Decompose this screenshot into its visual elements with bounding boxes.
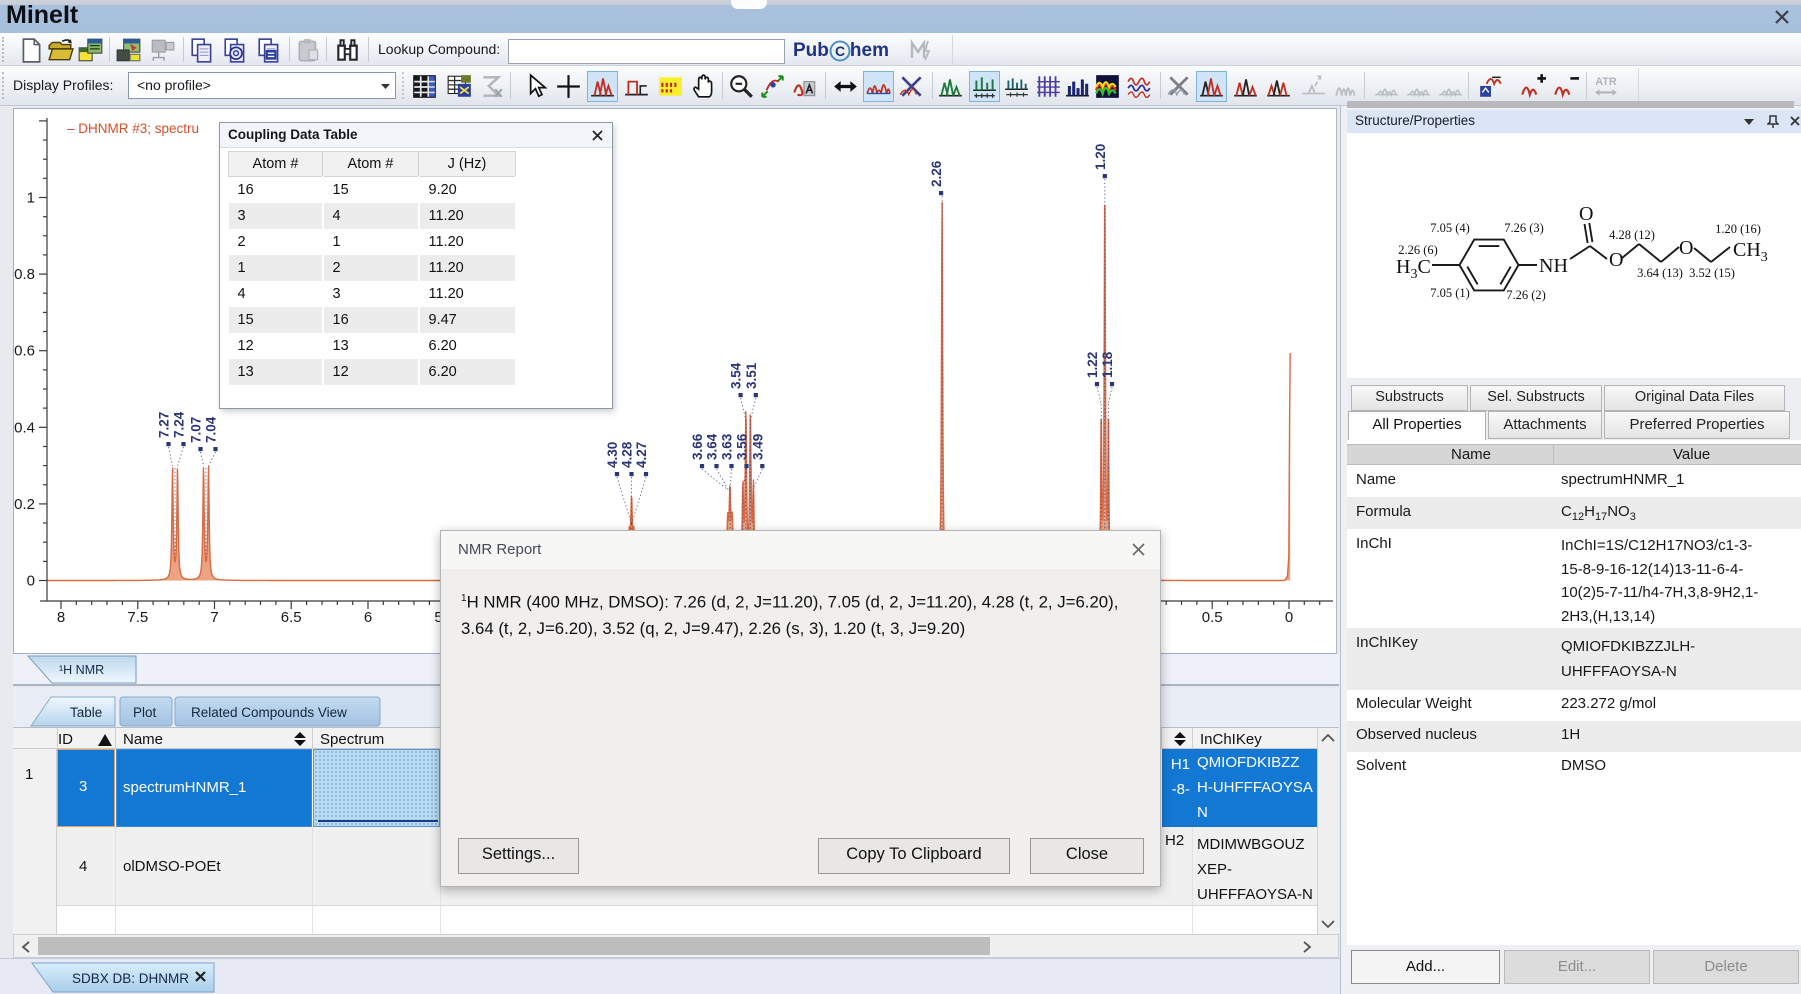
svg-text:4.30: 4.30 <box>605 442 620 468</box>
svg-text:C: C <box>835 43 845 59</box>
svg-text:7: 7 <box>210 609 218 626</box>
svg-text:8: 8 <box>57 609 65 626</box>
svg-text:1.22: 1.22 <box>1085 352 1100 378</box>
svg-text:0.6: 0.6 <box>14 343 35 360</box>
svg-text:Related Compounds View: Related Compounds View <box>191 705 347 720</box>
svg-text:7.04: 7.04 <box>204 416 219 443</box>
svg-text:0.5: 0.5 <box>1202 609 1223 626</box>
svg-text:7.26 (2): 7.26 (2) <box>1506 288 1546 302</box>
svg-text:Table: Table <box>70 705 102 720</box>
svg-text:O: O <box>1609 249 1623 271</box>
svg-text:2.26: 2.26 <box>929 160 944 187</box>
svg-text:3.52 (15): 3.52 (15) <box>1689 266 1735 280</box>
svg-text:4.27: 4.27 <box>634 442 649 468</box>
svg-text:4.28 (12): 4.28 (12) <box>1609 228 1655 242</box>
svg-text:3.64: 3.64 <box>705 433 720 460</box>
svg-text:3.63: 3.63 <box>720 433 735 460</box>
svg-text:3.54: 3.54 <box>729 362 744 389</box>
svg-text:3.66: 3.66 <box>690 433 705 460</box>
svg-text:4.28: 4.28 <box>620 441 635 468</box>
svg-text:H3C: H3C <box>1396 256 1431 282</box>
svg-text:7.05 (4): 7.05 (4) <box>1430 221 1470 235</box>
svg-text:3.51: 3.51 <box>744 362 759 389</box>
svg-text:3.64 (13): 3.64 (13) <box>1637 266 1683 280</box>
svg-text:6.5: 6.5 <box>281 609 302 626</box>
svg-text:7.07: 7.07 <box>189 417 204 443</box>
svg-text:1.20: 1.20 <box>1093 144 1108 170</box>
svg-text:0.8: 0.8 <box>14 266 35 283</box>
svg-text:1: 1 <box>27 190 35 207</box>
svg-text:6: 6 <box>364 609 372 626</box>
svg-text:O: O <box>1579 203 1593 225</box>
svg-text:Plot: Plot <box>133 705 157 720</box>
svg-text:7.5: 7.5 <box>127 609 148 626</box>
svg-text:0: 0 <box>27 573 35 590</box>
svg-text:1.18: 1.18 <box>1100 351 1115 378</box>
svg-text:7.27: 7.27 <box>157 412 172 438</box>
svg-text:2.26 (6): 2.26 (6) <box>1398 243 1438 257</box>
svg-text:3.49: 3.49 <box>750 434 765 460</box>
svg-text:CH3: CH3 <box>1733 239 1768 265</box>
svg-text:7.05 (1): 7.05 (1) <box>1430 286 1470 300</box>
svg-text:0: 0 <box>1285 609 1293 626</box>
svg-text:¹H NMR: ¹H NMR <box>59 663 104 677</box>
svg-text:ATR: ATR <box>1595 76 1617 88</box>
svg-text:7.24: 7.24 <box>172 411 187 438</box>
svg-text:7.26 (3): 7.26 (3) <box>1504 221 1544 235</box>
svg-text:3.56: 3.56 <box>735 433 750 460</box>
svg-text:0.2: 0.2 <box>14 496 35 513</box>
svg-text:0.4: 0.4 <box>14 419 35 436</box>
svg-text:1.20 (16): 1.20 (16) <box>1715 222 1761 236</box>
svg-text:NH: NH <box>1539 255 1568 277</box>
svg-text:O: O <box>1679 237 1693 259</box>
svg-text:SDBX DB: DHNMR: SDBX DB: DHNMR <box>72 971 189 986</box>
